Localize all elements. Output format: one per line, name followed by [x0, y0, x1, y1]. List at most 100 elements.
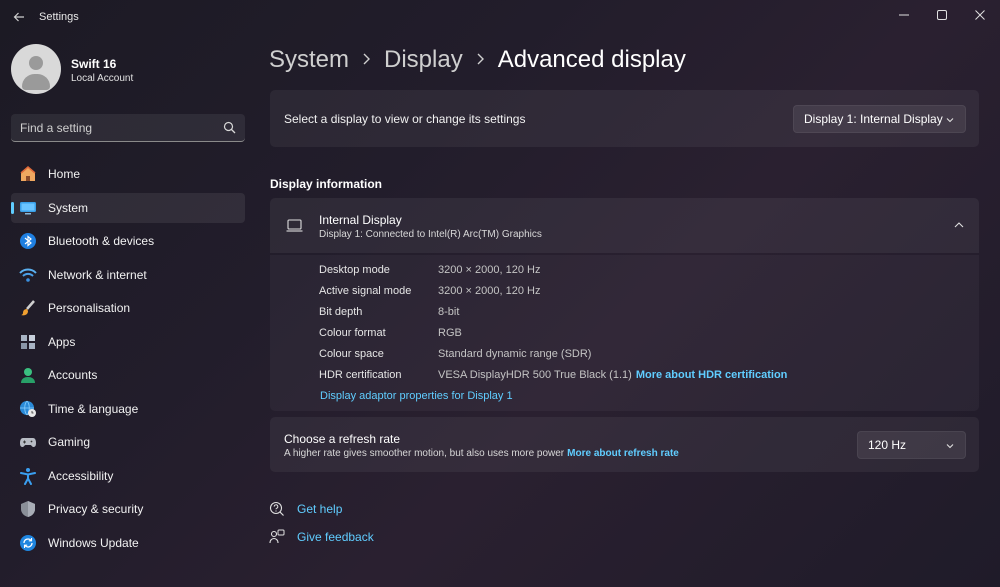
chevron-down-icon [946, 444, 954, 449]
sidebar-item-label: Accounts [48, 368, 98, 382]
refresh-rate-subtitle: A higher rate gives smoother motion, but… [284, 448, 679, 459]
brush-icon [19, 299, 37, 317]
page-title: Advanced display [497, 46, 686, 73]
shield-icon [19, 500, 37, 518]
avatar-body [22, 74, 50, 90]
property-label: HDR certification [319, 369, 402, 381]
title-bar: Settings [0, 0, 1000, 34]
get-help-link[interactable]: Get help [269, 499, 342, 519]
sidebar-item-label: Apps [48, 334, 76, 349]
arrow-left-icon [13, 12, 24, 22]
property-label: Desktop mode [319, 264, 390, 276]
sidebar-item-label: Accessibility [48, 468, 114, 483]
display-info-title: Internal Display [319, 213, 402, 227]
chevron-down-icon [946, 118, 954, 123]
app-title: Settings [39, 11, 79, 23]
sidebar-item-accessibility[interactable]: Accessibility [11, 461, 245, 491]
sidebar-item-gaming[interactable]: Gaming [11, 427, 245, 457]
close-button[interactable] [961, 4, 999, 26]
property-label: Colour space [319, 348, 384, 360]
update-icon [19, 534, 37, 552]
refresh-rate-link[interactable]: More about refresh rate [567, 448, 679, 459]
sidebar-item-apps[interactable]: Apps [11, 327, 245, 357]
search-icon[interactable] [223, 121, 236, 134]
display-select-card: Select a display to view or change its s… [270, 90, 979, 147]
sidebar-item-label: Network & internet [48, 267, 147, 282]
refresh-rate-title: Choose a refresh rate [284, 432, 401, 446]
give-feedback-link[interactable]: Give feedback [269, 527, 374, 547]
sidebar-item-privacy[interactable]: Privacy & security [11, 494, 245, 524]
minimize-button[interactable] [885, 4, 923, 26]
sidebar-item-time-language[interactable]: Time & language [11, 394, 245, 424]
minimize-icon [899, 14, 909, 16]
refresh-rate-description: A higher rate gives smoother motion, but… [284, 448, 565, 459]
person-icon [19, 366, 37, 384]
property-label: Active signal mode [319, 285, 412, 297]
display-info-header[interactable]: Internal Display Display 1: Connected to… [270, 198, 979, 253]
account-type: Local Account [71, 73, 134, 84]
monitor-icon [19, 199, 37, 217]
accessibility-icon [19, 467, 37, 485]
avatar-head [29, 56, 43, 70]
sidebar-item-personalisation[interactable]: Personalisation [11, 293, 245, 323]
help-icon [269, 501, 284, 516]
wifi-icon [19, 266, 37, 284]
sidebar-item-label: System [48, 200, 89, 215]
property-value: 3200 × 2000, 120 Hz [438, 285, 541, 297]
account-name: Swift 16 [71, 57, 117, 71]
give-feedback-label: Give feedback [297, 530, 374, 544]
display-select-label: Select a display to view or change its s… [284, 112, 526, 126]
sidebar-item-home[interactable]: Home [11, 159, 245, 189]
sidebar-item-label: Privacy & security [48, 502, 144, 516]
chevron-right-icon [476, 52, 485, 68]
close-icon [975, 10, 985, 20]
get-help-label: Get help [297, 502, 343, 516]
breadcrumb-system[interactable]: System [269, 46, 349, 74]
property-label: Bit depth [319, 306, 363, 318]
display-info-body: Desktop mode 3200 × 2000, 120 Hz Active … [270, 255, 979, 411]
display-adaptor-properties-link[interactable]: Display adaptor properties for Display 1 [320, 390, 513, 402]
sidebar-item-bluetooth[interactable]: Bluetooth & devices [11, 226, 245, 256]
sidebar-item-windows-update[interactable]: Windows Update [11, 528, 245, 558]
bluetooth-icon [19, 232, 37, 250]
property-value: VESA DisplayHDR 500 True Black (1.1) More… [438, 369, 787, 381]
maximize-icon [937, 10, 947, 20]
sidebar-item-label: Windows Update [48, 535, 139, 550]
display-info-subtitle: Display 1: Connected to Intel(R) Arc(TM)… [319, 229, 542, 240]
feedback-icon [269, 529, 285, 544]
laptop-icon [286, 219, 303, 232]
maximize-button[interactable] [923, 4, 961, 26]
sidebar-item-label: Home [48, 167, 81, 181]
sidebar-item-label: Bluetooth & devices [48, 234, 155, 248]
property-label: Colour format [319, 327, 386, 339]
display-dropdown-value: Display 1: Internal Display [804, 112, 943, 126]
sidebar-item-label: Personalisation [48, 301, 131, 315]
chevron-right-icon [362, 52, 371, 68]
sidebar-item-accounts[interactable]: Accounts [11, 360, 245, 390]
property-value: Standard dynamic range (SDR) [438, 348, 592, 360]
sidebar-nav: Home System Bluetooth & devices Network … [11, 159, 245, 561]
display-dropdown[interactable]: Display 1: Internal Display [793, 105, 966, 133]
search-box[interactable] [11, 114, 245, 142]
breadcrumb-display[interactable]: Display [384, 46, 463, 74]
home-icon [19, 165, 37, 183]
search-input[interactable] [11, 120, 211, 135]
sidebar-item-label: Time & language [48, 401, 139, 416]
property-value: RGB [438, 327, 462, 339]
hdr-certification-link[interactable]: More about HDR certification [636, 369, 788, 381]
sidebar-item-system[interactable]: System [11, 192, 245, 223]
property-value: 3200 × 2000, 120 Hz [438, 264, 541, 276]
section-title: Display information [270, 177, 383, 191]
globe-clock-icon [19, 400, 37, 418]
refresh-rate-card: Choose a refresh rate A higher rate give… [270, 417, 979, 472]
back-button[interactable] [8, 6, 30, 28]
apps-icon [19, 333, 37, 351]
gamepad-icon [19, 433, 37, 451]
sidebar-item-network[interactable]: Network & internet [11, 260, 245, 290]
refresh-rate-dropdown[interactable]: 120 Hz [857, 431, 966, 459]
hdr-certification-value: VESA DisplayHDR 500 True Black (1.1) [438, 369, 632, 381]
refresh-rate-value: 120 Hz [868, 438, 907, 452]
avatar[interactable] [11, 44, 61, 94]
sidebar-item-label: Gaming [48, 435, 91, 449]
chevron-up-icon[interactable] [953, 219, 965, 231]
